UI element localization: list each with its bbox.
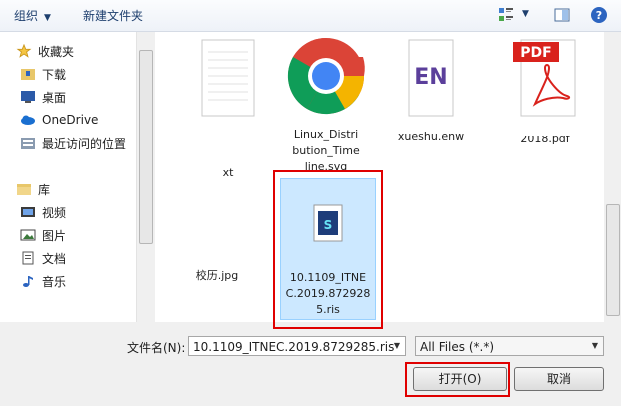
organize-button[interactable]: 组织 ▼ bbox=[14, 7, 51, 24]
file-name: Linux_Distribution_Timeline.svg bbox=[292, 128, 360, 173]
video-library-icon bbox=[21, 207, 35, 217]
sidebar-favorites[interactable]: 收藏夹 bbox=[4, 42, 74, 60]
endnote-file-icon: EN bbox=[408, 39, 454, 117]
filename-label: 文件名(N): bbox=[127, 341, 186, 355]
dialog-footer: 文件名(N): 10.1109_ITNEC.2019.8729285.ris ▼… bbox=[0, 322, 621, 406]
chrome-icon bbox=[287, 37, 365, 115]
view-options-icon[interactable] bbox=[497, 6, 515, 24]
sidebar-item-label: OneDrive bbox=[42, 113, 99, 127]
file-list: xt Linux_Distribution_Timeline.svg EN xu… bbox=[155, 32, 604, 322]
file-list-scrollbar[interactable] bbox=[604, 32, 621, 322]
documents-library-icon bbox=[22, 251, 34, 265]
chevron-down-icon[interactable]: ▼ bbox=[587, 337, 603, 355]
sidebar-item-label: 音乐 bbox=[42, 274, 67, 289]
redaction-block bbox=[174, 122, 258, 154]
sidebar-item-onedrive[interactable]: OneDrive bbox=[20, 111, 98, 129]
filename-value: 10.1109_ITNEC.2019.8729285.ris bbox=[193, 340, 395, 354]
open-button[interactable]: 打开(O) bbox=[413, 367, 507, 391]
sidebar-scroll-thumb[interactable] bbox=[139, 50, 153, 244]
sidebar-item-label: 下载 bbox=[42, 67, 67, 82]
file-item[interactable]: Linux_Distribution_Timeline.svg bbox=[281, 36, 371, 175]
sidebar-item-label: 视频 bbox=[42, 205, 67, 220]
svg-text:?: ? bbox=[596, 9, 602, 22]
file-item-selected[interactable]: S 10.1109_ITNEC.2019.8729285.ris bbox=[280, 178, 376, 320]
sidebar-item-recent[interactable]: 最近访问的位置 bbox=[20, 134, 126, 152]
file-type-filter[interactable]: All Files (*.*) ▼ bbox=[415, 336, 604, 356]
svg-text:S: S bbox=[324, 218, 333, 232]
onedrive-cloud-icon bbox=[21, 115, 35, 125]
sidebar-scrollbar[interactable] bbox=[136, 32, 154, 322]
file-name: xueshu.enw bbox=[397, 130, 465, 143]
text-file-icon bbox=[201, 39, 255, 117]
filename-input[interactable]: 10.1109_ITNEC.2019.8729285.ris ▼ bbox=[188, 336, 406, 356]
new-folder-button[interactable]: 新建文件夹 bbox=[83, 7, 143, 24]
view-dropdown-icon[interactable]: ▼ bbox=[522, 9, 529, 19]
toolbar: 组织 ▼ 新建文件夹 ▼ ? bbox=[0, 0, 621, 32]
en-badge: EN bbox=[414, 65, 447, 90]
sidebar-item-label: 桌面 bbox=[42, 90, 67, 105]
file-list-scroll-thumb[interactable] bbox=[606, 204, 620, 316]
sidebar-item-videos[interactable]: 视频 bbox=[20, 203, 66, 221]
file-item[interactable]: xt bbox=[183, 38, 273, 181]
library-folder-icon bbox=[17, 184, 31, 195]
chevron-down-icon[interactable]: ▼ bbox=[389, 337, 405, 355]
downloads-folder-icon bbox=[21, 69, 35, 80]
sidebar-item-documents[interactable]: 文档 bbox=[20, 249, 66, 267]
file-name: 10.1109_ITNEC.2019.8729285.ris bbox=[285, 271, 371, 316]
pictures-library-icon bbox=[20, 229, 36, 241]
pdf-badge: PDF bbox=[520, 45, 551, 61]
file-name: 校历.jpg bbox=[195, 269, 239, 282]
file-name: xt bbox=[222, 166, 234, 179]
cancel-button[interactable]: 取消 bbox=[514, 367, 604, 391]
sidebar-library-label: 库 bbox=[38, 182, 51, 197]
sidebar-item-desktop[interactable]: 桌面 bbox=[20, 88, 66, 106]
filter-value: All Files (*.*) bbox=[420, 340, 495, 354]
sidebar-item-music[interactable]: 音乐 bbox=[20, 272, 66, 290]
image-thumbnail bbox=[177, 218, 257, 266]
pdf-file-icon: PDF bbox=[513, 39, 576, 117]
sidebar-item-downloads[interactable]: 下载 bbox=[20, 65, 66, 83]
recent-places-icon bbox=[21, 138, 35, 149]
sidebar-favorites-label: 收藏夹 bbox=[38, 44, 75, 59]
chevron-down-icon: ▼ bbox=[44, 13, 51, 23]
ris-file-icon: S bbox=[313, 204, 343, 242]
sidebar-item-pictures[interactable]: 图片 bbox=[20, 226, 66, 244]
help-icon[interactable]: ? bbox=[590, 6, 608, 24]
sidebar-item-label: 最近访问的位置 bbox=[42, 136, 127, 151]
file-item[interactable]: EN xueshu.enw bbox=[389, 38, 473, 145]
preview-pane-icon[interactable] bbox=[553, 6, 571, 24]
redaction-block bbox=[515, 122, 579, 136]
sidebar-item-label: 文档 bbox=[42, 251, 67, 266]
sidebar-library[interactable]: 库 bbox=[4, 180, 50, 198]
organize-label: 组织 bbox=[14, 9, 39, 23]
sidebar-item-label: 图片 bbox=[42, 228, 67, 243]
file-item[interactable]: 校历.jpg bbox=[175, 218, 259, 284]
navigation-pane: 收藏夹 下载 桌面 OneDrive 最近访问的位置 库 视频 图片 文档 音乐 bbox=[0, 32, 136, 322]
desktop-icon bbox=[21, 91, 35, 103]
music-library-icon bbox=[23, 276, 33, 287]
star-icon bbox=[16, 44, 32, 58]
